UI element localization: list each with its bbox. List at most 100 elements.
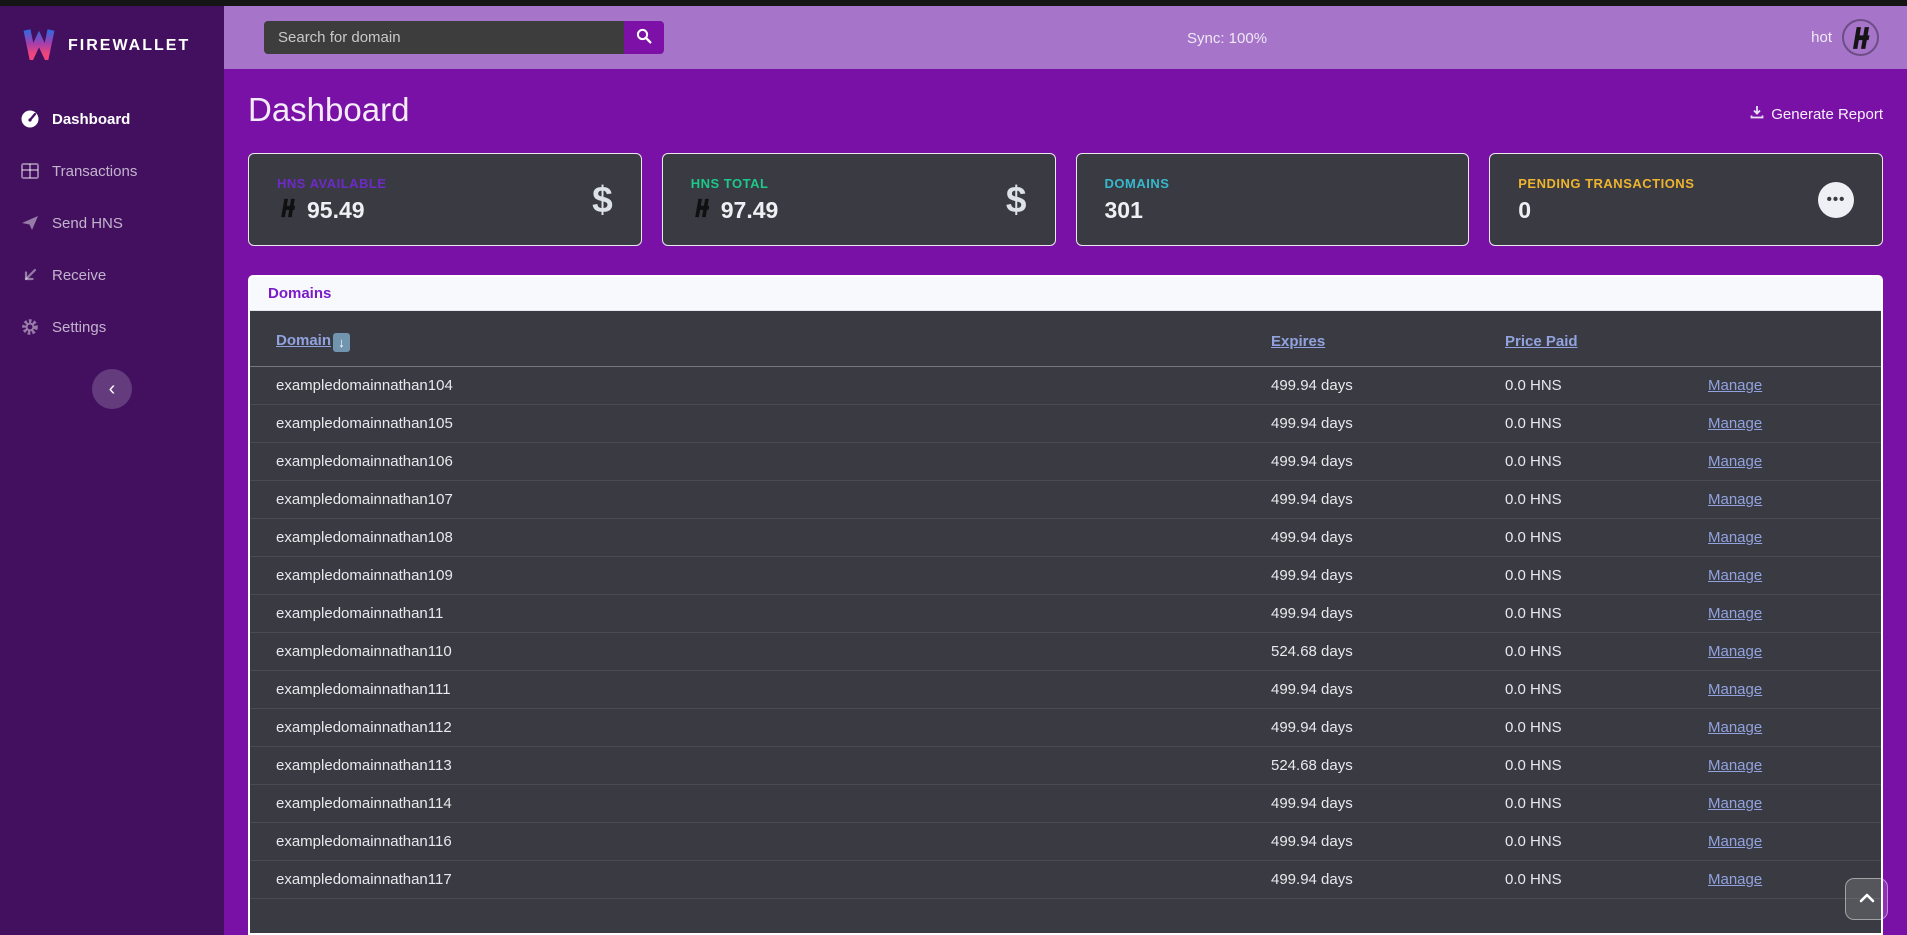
gear-icon <box>20 317 40 337</box>
domain-cell: exampledomainnathan111 <box>250 671 1271 709</box>
expires-cell: 499.94 days <box>1271 519 1505 557</box>
expires-cell: 499.94 days <box>1271 671 1505 709</box>
manage-link[interactable]: Manage <box>1708 757 1762 774</box>
price-cell: 0.0 HNS <box>1505 367 1708 405</box>
column-header-price-paid[interactable]: Price Paid <box>1505 333 1578 350</box>
domains-table-header-row: Domain↓ Expires Price Paid <box>250 311 1881 367</box>
expires-cell: 499.94 days <box>1271 861 1505 899</box>
expires-cell: 499.94 days <box>1271 595 1505 633</box>
stat-card-value: 0 <box>1518 197 1531 224</box>
column-header-domain[interactable]: Domain <box>276 332 331 349</box>
dollar-icon: $ <box>1006 179 1027 221</box>
table-row: exampledomainnathan108499.94 days0.0 HNS… <box>250 519 1881 557</box>
expires-cell: 499.94 days <box>1271 367 1505 405</box>
sidebar-collapse-button[interactable]: ‹ <box>92 369 132 409</box>
table-row: exampledomainnathan110524.68 days0.0 HNS… <box>250 633 1881 671</box>
price-cell: 0.0 HNS <box>1505 405 1708 443</box>
app-layout: FIREWALLET Dashboard Transactions Send HNS… <box>0 0 1907 935</box>
manage-link[interactable]: Manage <box>1708 377 1762 394</box>
brand[interactable]: FIREWALLET <box>0 6 224 83</box>
manage-link[interactable]: Manage <box>1708 605 1762 622</box>
price-cell: 0.0 HNS <box>1505 671 1708 709</box>
generate-report-button[interactable]: Generate Report <box>1750 105 1883 129</box>
manage-link[interactable]: Manage <box>1708 795 1762 812</box>
manage-link[interactable]: Manage <box>1708 529 1762 546</box>
stat-cards-row: HNS AVAILABLE95.49$HNS TOTAL97.49$ DOMAIN… <box>248 153 1883 246</box>
domain-cell: exampledomainnathan108 <box>250 519 1271 557</box>
receive-icon <box>20 265 40 285</box>
expires-cell: 499.94 days <box>1271 481 1505 519</box>
sidebar-item-label: Dashboard <box>52 111 130 128</box>
search-button[interactable] <box>624 21 664 54</box>
price-cell: 0.0 HNS <box>1505 443 1708 481</box>
column-header-expires[interactable]: Expires <box>1271 333 1325 350</box>
expires-cell: 499.94 days <box>1271 823 1505 861</box>
manage-link[interactable]: Manage <box>1708 491 1762 508</box>
topbar: Sync: 100% hot <box>224 6 1907 69</box>
stat-card-label: PENDING TRANSACTIONS <box>1518 176 1694 191</box>
table-row: exampledomainnathan107499.94 days0.0 HNS… <box>250 481 1881 519</box>
table-row: exampledomainnathan112499.94 days0.0 HNS… <box>250 709 1881 747</box>
page-header: Dashboard Generate Report <box>248 91 1883 129</box>
expires-cell: 524.68 days <box>1271 633 1505 671</box>
stat-card-label: DOMAINS <box>1105 176 1170 191</box>
domain-cell: exampledomainnathan116 <box>250 823 1271 861</box>
sidebar-item-send-hns[interactable]: Send HNS <box>0 197 224 249</box>
domain-cell: exampledomainnathan104 <box>250 367 1271 405</box>
domains-table: Domain↓ Expires Price Paid exampledomain… <box>250 311 1881 899</box>
sidebar-item-receive[interactable]: Receive <box>0 249 224 301</box>
search-input[interactable] <box>264 21 624 54</box>
manage-link[interactable]: Manage <box>1708 719 1762 736</box>
stat-card-label: HNS AVAILABLE <box>277 176 387 191</box>
sidebar-nav: Dashboard Transactions Send HNS Receive Sett… <box>0 93 224 353</box>
chevron-left-icon: ‹ <box>109 378 116 401</box>
domain-cell: exampledomainnathan110 <box>250 633 1271 671</box>
price-cell: 0.0 HNS <box>1505 557 1708 595</box>
table-row: exampledomainnathan109499.94 days0.0 HNS… <box>250 557 1881 595</box>
domains-table-wrap: Domain↓ Expires Price Paid exampledomain… <box>250 311 1881 935</box>
sidebar-item-settings[interactable]: Settings <box>0 301 224 353</box>
manage-link[interactable]: Manage <box>1708 415 1762 432</box>
manage-link[interactable]: Manage <box>1708 643 1762 660</box>
download-icon <box>1750 105 1764 123</box>
manage-link[interactable]: Manage <box>1708 681 1762 698</box>
stat-card-hns-available: HNS AVAILABLE95.49$ <box>248 153 642 246</box>
table-icon <box>20 161 40 181</box>
table-row: exampledomainnathan117499.94 days0.0 HNS… <box>250 861 1881 899</box>
price-cell: 0.0 HNS <box>1505 709 1708 747</box>
manage-link[interactable]: Manage <box>1708 567 1762 584</box>
price-cell: 0.0 HNS <box>1505 747 1708 785</box>
scroll-to-top-button[interactable] <box>1845 878 1888 920</box>
send-icon <box>20 213 40 233</box>
stat-card-value: 301 <box>1105 197 1143 224</box>
stat-card-hns-total: HNS TOTAL97.49$ <box>662 153 1056 246</box>
dashboard-content: Dashboard Generate Report HNS AVAILABLE9… <box>224 69 1907 935</box>
sidebar-item-dashboard[interactable]: Dashboard <box>0 93 224 145</box>
search-icon <box>636 28 652 47</box>
domain-search <box>264 21 664 54</box>
wallet-menu[interactable]: hot <box>1811 19 1879 56</box>
hns-logo-icon <box>277 197 299 224</box>
manage-link[interactable]: Manage <box>1708 453 1762 470</box>
table-row: exampledomainnathan114499.94 days0.0 HNS… <box>250 785 1881 823</box>
gauge-icon <box>20 109 40 129</box>
manage-link[interactable]: Manage <box>1708 871 1762 888</box>
domain-cell: exampledomainnathan106 <box>250 443 1271 481</box>
hns-wallet-logo-icon <box>1842 19 1879 56</box>
expires-cell: 524.68 days <box>1271 747 1505 785</box>
table-row: exampledomainnathan11499.94 days0.0 HNSM… <box>250 595 1881 633</box>
table-row: exampledomainnathan113524.68 days0.0 HNS… <box>250 747 1881 785</box>
expires-cell: 499.94 days <box>1271 785 1505 823</box>
manage-link[interactable]: Manage <box>1708 833 1762 850</box>
sidebar-item-label: Send HNS <box>52 215 123 232</box>
price-cell: 0.0 HNS <box>1505 823 1708 861</box>
ellipsis-icon[interactable]: ••• <box>1818 182 1854 218</box>
window-top-strip <box>0 0 1907 6</box>
domain-cell: exampledomainnathan112 <box>250 709 1271 747</box>
domain-cell: exampledomainnathan109 <box>250 557 1271 595</box>
sidebar-item-label: Receive <box>52 267 106 284</box>
sync-status: Sync: 100% <box>1187 30 1267 47</box>
sidebar-item-transactions[interactable]: Transactions <box>0 145 224 197</box>
domains-panel-title: Domains <box>268 285 331 302</box>
expires-cell: 499.94 days <box>1271 443 1505 481</box>
